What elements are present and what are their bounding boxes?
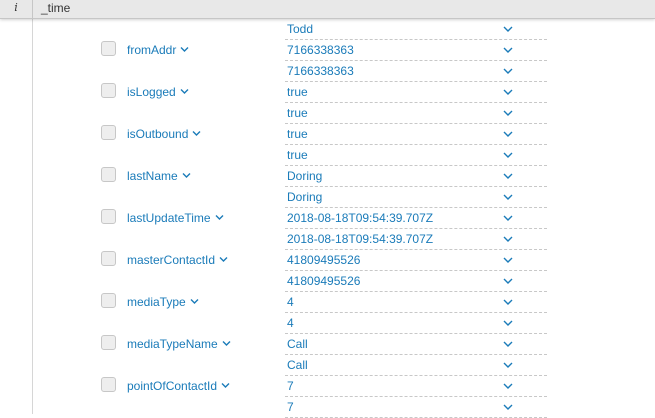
field-name-link[interactable]: isOutbound <box>127 126 201 141</box>
chevron-down-icon[interactable] <box>180 42 189 52</box>
field-value[interactable]: 7166338363 <box>287 43 354 57</box>
value-row: 41809495526 <box>285 271 547 292</box>
chevron-down-icon[interactable] <box>502 401 514 411</box>
value-row: true <box>285 82 547 103</box>
value-row: 2018-08-18T09:54:39.707Z <box>285 208 547 229</box>
field-name-label: fromAddr <box>127 43 177 57</box>
field-name-label: mediaTypeName <box>127 337 218 351</box>
info-column-header[interactable]: i <box>0 0 33 18</box>
field-value[interactable]: 7166338363 <box>287 64 354 78</box>
chevron-down-icon[interactable] <box>502 296 514 306</box>
chevron-down-icon[interactable] <box>190 294 199 304</box>
field-value[interactable]: Doring <box>287 169 322 183</box>
field-value[interactable]: Call <box>287 337 308 351</box>
chevron-down-icon[interactable] <box>502 149 514 159</box>
value-row: 2018-08-18T09:54:39.707Z <box>285 229 547 250</box>
field-name-link[interactable]: mediaType <box>127 294 199 309</box>
value-row: 7 <box>285 376 547 397</box>
field-select-checkbox[interactable] <box>101 293 116 308</box>
value-row: Call <box>285 334 547 355</box>
chevron-down-icon[interactable] <box>502 359 514 369</box>
chevron-down-icon[interactable] <box>502 380 514 390</box>
chevron-down-icon[interactable] <box>182 168 191 178</box>
chevron-down-icon[interactable] <box>215 210 224 220</box>
value-row: Doring <box>285 187 547 208</box>
time-column-header[interactable]: _time <box>41 0 70 16</box>
value-row: 4 <box>285 292 547 313</box>
field-value[interactable]: Todd <box>287 22 313 36</box>
value-row: true <box>285 145 547 166</box>
value-row: 7 <box>285 397 547 418</box>
field-select-checkbox[interactable] <box>101 335 116 350</box>
field-name-link[interactable]: isLogged <box>127 84 189 99</box>
field-name-link[interactable]: mediaTypeName <box>127 336 231 351</box>
field-select-checkbox[interactable] <box>101 251 116 266</box>
chevron-down-icon[interactable] <box>502 44 514 54</box>
field-value[interactable]: 4 <box>287 316 294 330</box>
chevron-down-icon[interactable] <box>502 233 514 243</box>
value-row: true <box>285 124 547 145</box>
chevron-down-icon[interactable] <box>180 84 189 94</box>
field-name-link[interactable]: lastName <box>127 168 191 183</box>
field-name-label: isLogged <box>127 85 176 99</box>
field-select-checkbox[interactable] <box>101 125 116 140</box>
chevron-down-icon[interactable] <box>502 254 514 264</box>
value-row: 41809495526 <box>285 250 547 271</box>
chevron-down-icon[interactable] <box>502 65 514 75</box>
field-name-label: lastUpdateTime <box>127 211 211 225</box>
value-row: 4 <box>285 313 547 334</box>
field-select-checkbox[interactable] <box>101 83 116 98</box>
value-row: 7166338363 <box>285 40 547 61</box>
value-row: true <box>285 103 547 124</box>
chevron-down-icon[interactable] <box>221 378 230 388</box>
chevron-down-icon[interactable] <box>502 191 514 201</box>
chevron-down-icon[interactable] <box>219 252 228 262</box>
chevron-down-icon[interactable] <box>502 338 514 348</box>
field-select-checkbox[interactable] <box>101 41 116 56</box>
value-row: Doring <box>285 166 547 187</box>
field-name-link[interactable]: lastUpdateTime <box>127 210 224 225</box>
field-name-label: lastName <box>127 169 178 183</box>
field-name-label: masterContactId <box>127 253 216 267</box>
value-row: Todd <box>285 19 547 40</box>
field-name-label: mediaType <box>127 295 186 309</box>
field-value[interactable]: 41809495526 <box>287 274 360 288</box>
value-row: Call <box>285 355 547 376</box>
field-value[interactable]: true <box>287 85 308 99</box>
field-value[interactable]: 2018-08-18T09:54:39.707Z <box>287 211 433 225</box>
chevron-down-icon[interactable] <box>502 107 514 117</box>
field-value[interactable]: true <box>287 127 308 141</box>
field-name-link[interactable]: pointOfContactId <box>127 378 230 393</box>
field-select-checkbox[interactable] <box>101 377 116 392</box>
field-value[interactable]: Doring <box>287 190 322 204</box>
value-row: 7166338363 <box>285 61 547 82</box>
field-name-label: isOutbound <box>127 127 189 141</box>
field-select-checkbox[interactable] <box>101 209 116 224</box>
field-value[interactable]: true <box>287 106 308 120</box>
chevron-down-icon[interactable] <box>502 212 514 222</box>
field-value[interactable]: true <box>287 148 308 162</box>
field-value[interactable]: 4 <box>287 295 294 309</box>
field-name-link[interactable]: fromAddr <box>127 42 189 57</box>
chevron-down-icon[interactable] <box>222 336 231 346</box>
column-divider <box>32 18 33 414</box>
field-name-label: pointOfContactId <box>127 379 218 393</box>
chevron-down-icon[interactable] <box>502 23 514 33</box>
field-value[interactable]: Call <box>287 358 308 372</box>
chevron-down-icon[interactable] <box>502 275 514 285</box>
chevron-down-icon[interactable] <box>502 317 514 327</box>
field-value[interactable]: 7 <box>287 379 294 393</box>
field-select-checkbox[interactable] <box>101 167 116 182</box>
field-value[interactable]: 7 <box>287 400 294 414</box>
field-value[interactable]: 2018-08-18T09:54:39.707Z <box>287 232 433 246</box>
chevron-down-icon[interactable] <box>502 128 514 138</box>
field-value[interactable]: 41809495526 <box>287 253 360 267</box>
chevron-down-icon[interactable] <box>192 126 201 136</box>
chevron-down-icon[interactable] <box>502 86 514 96</box>
field-name-link[interactable]: masterContactId <box>127 252 228 267</box>
chevron-down-icon[interactable] <box>502 170 514 180</box>
results-header: i _time <box>0 0 655 19</box>
